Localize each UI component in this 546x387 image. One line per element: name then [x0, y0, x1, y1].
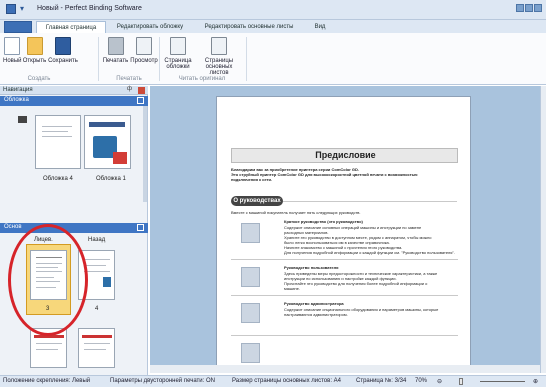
body-pages-icon [211, 37, 227, 55]
page-number-4: 4 [95, 306, 99, 312]
window-title: Новый - Perfect Binding Software [37, 5, 142, 12]
intro-line-3: подключения к сети. [231, 177, 273, 182]
zoom-level: 70% [415, 378, 428, 384]
zoom-in-icon[interactable]: ⊕ [533, 378, 538, 385]
body-section-label: Основ [4, 224, 22, 230]
navigation-header: Навигация ф [0, 86, 148, 95]
ribbon: Новый Открыть Сохранить Печатать Просмот… [0, 33, 546, 85]
item-3-title: Руководство администратора [284, 301, 344, 306]
section-intro: Вместе с машиной покупатель получает пят… [231, 210, 361, 215]
status-page-size: Размер страницы основных листов: A4 [232, 378, 341, 384]
open-button[interactable]: Открыть [22, 37, 47, 73]
tab-file[interactable] [4, 21, 32, 33]
item-divider [231, 259, 458, 260]
navigation-pane: Навигация ф Обложка Обложка 4 Обложка 1 … [0, 86, 148, 375]
page-heading: Предисловие [315, 150, 376, 160]
red-annotation-circle [8, 224, 88, 336]
cover-page-icon [170, 37, 186, 55]
cover-front-caption: Обложка 1 [96, 176, 126, 182]
navigation-title: Навигация [3, 87, 33, 93]
minimize-icon[interactable] [516, 4, 524, 12]
column-back: Назад [88, 237, 106, 243]
restore-icon[interactable] [525, 4, 533, 12]
item-1-line: Для получения подробной информации о каж… [284, 250, 455, 255]
item-divider [231, 295, 458, 296]
item-3-line: настраиваются администратором. [284, 312, 348, 317]
manual-next-icon [241, 343, 260, 363]
status-bar: Положение скрепления: Левый Параметры дв… [0, 375, 546, 387]
item-2-title: Руководство пользователя [284, 265, 339, 270]
tab-view[interactable]: Вид [308, 21, 332, 33]
preview-button[interactable]: Просмотр [130, 37, 158, 73]
spine-marker-icon [18, 116, 27, 123]
item-divider [231, 335, 458, 336]
save-button[interactable]: Сохранить [48, 37, 78, 73]
new-document-icon [4, 37, 20, 55]
cover-back-caption: Обложка 4 [43, 176, 73, 182]
document-page[interactable]: Предисловие Благодарим вас за приобретен… [216, 96, 471, 372]
ribbon-separator [246, 37, 247, 81]
cover-section-label: Обложка [4, 97, 29, 103]
group-read-original: Читать оригинал [178, 76, 226, 82]
ribbon-tabs: Главная страница Редактировать обложку Р… [0, 20, 546, 33]
group-print: Печатать [116, 76, 142, 82]
tab-home[interactable]: Главная страница [36, 21, 106, 33]
body-pages-button[interactable]: Страницы основных листов [196, 37, 242, 76]
horizontal-scrollbar[interactable] [150, 365, 540, 373]
manual-quick-icon [241, 223, 260, 243]
section-pill: О руководствах [231, 196, 283, 206]
cover-front-thumbnail[interactable] [84, 115, 131, 169]
document-view: Предисловие Благодарим вас за приобретен… [150, 86, 540, 373]
tab-edit-body[interactable]: Редактировать основные листы [194, 21, 304, 33]
close-pane-icon[interactable] [138, 87, 145, 94]
tab-edit-cover[interactable]: Редактировать обложку [110, 21, 190, 33]
window-controls [515, 4, 543, 16]
item-1-title: Краткое руководство (это руководство) [284, 219, 363, 224]
open-folder-icon [26, 37, 43, 55]
heading-bar: Предисловие [231, 148, 458, 163]
new-button[interactable]: Новый [3, 37, 22, 73]
page-thumbnail-6[interactable] [78, 328, 115, 368]
body-pages-label: Страницы основных листов [204, 58, 234, 76]
title-bar: ▾ Новый - Perfect Binding Software [0, 0, 546, 20]
manual-admin-icon [241, 303, 260, 323]
print-preview-icon [136, 37, 152, 55]
print-button[interactable]: Печатать [102, 37, 129, 73]
item-2-line: машине. [284, 286, 300, 291]
status-page-number: Страница №: 3/34 [356, 378, 407, 384]
cover-page-button[interactable]: Страница обложки [162, 37, 194, 73]
print-label: Печатать [102, 58, 129, 64]
quick-access-toolbar[interactable]: ▾ [20, 4, 34, 14]
ribbon-separator [98, 37, 99, 81]
body-section-header[interactable]: Основ [0, 223, 148, 233]
open-label: Открыть [22, 58, 47, 64]
group-create: Создать [27, 76, 51, 82]
cover-section-header[interactable]: Обложка [0, 96, 148, 106]
app-icon[interactable] [6, 4, 16, 14]
printer-icon [107, 37, 124, 55]
ribbon-separator [159, 37, 160, 81]
new-label: Новый [3, 58, 22, 64]
preview-label: Просмотр [130, 58, 158, 64]
status-duplex: Параметры двусторонней печати: ON [110, 378, 215, 384]
status-binding: Положение скрепления: Левый [3, 378, 91, 384]
section-rule [283, 201, 457, 202]
cover-page-label: Страница обложки [164, 58, 192, 70]
cover-scrollbar[interactable] [143, 106, 147, 202]
close-icon[interactable] [534, 4, 542, 12]
cover-back-thumbnail[interactable] [35, 115, 81, 169]
zoom-slider-track[interactable] [480, 381, 525, 382]
manual-user-icon [241, 267, 260, 287]
zoom-slider-thumb[interactable] [459, 378, 463, 385]
save-icon [55, 37, 71, 55]
save-label: Сохранить [48, 58, 78, 64]
zoom-out-icon[interactable]: ⊖ [437, 378, 442, 385]
item-2-line: Прочитайте это руководство для получения… [284, 281, 428, 286]
collapse-icon[interactable] [137, 224, 144, 231]
vertical-scrollbar[interactable] [540, 86, 546, 373]
pin-icon[interactable]: ф [127, 86, 132, 92]
collapse-icon[interactable] [137, 97, 144, 104]
